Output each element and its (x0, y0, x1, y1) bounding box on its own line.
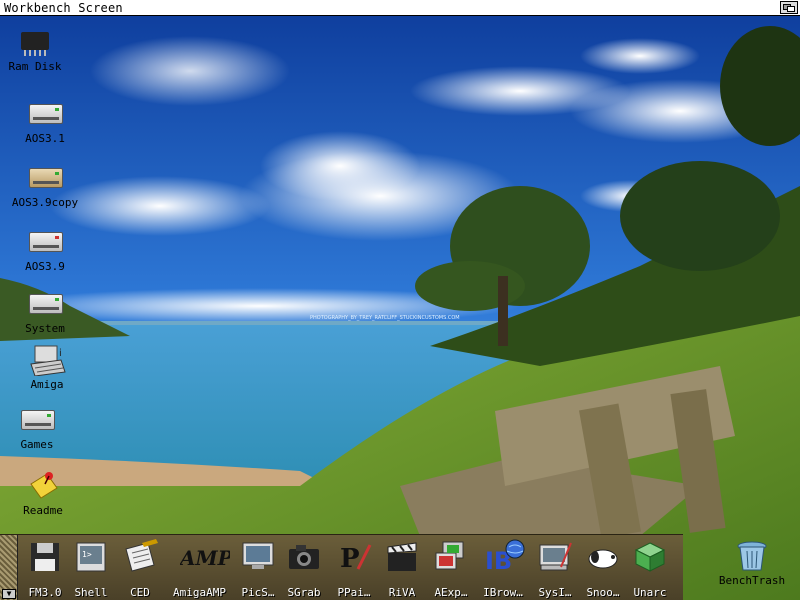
dock-item-label: Snoo… (586, 586, 620, 599)
desktop-icon-aos31[interactable]: AOS3.1 (0, 98, 90, 145)
dock-item-riva[interactable]: RiVA (377, 539, 427, 600)
dock-item-snoopdos[interactable]: Snoo… (578, 539, 628, 600)
desktop-backdrop: PHOTOGRAPHY_BY_TREY_RATCLIFF_STUCKINCUST… (0, 16, 800, 600)
dock-item-label: Shell (74, 586, 108, 599)
svg-text:1>: 1> (82, 550, 92, 559)
dock-item-label: IBrow… (483, 586, 523, 599)
paint-icon: P (336, 539, 372, 575)
hard-drive-icon (25, 162, 65, 194)
dock-item-pics[interactable]: PicS… (233, 539, 283, 600)
dock-menu-arrow-icon[interactable]: ▼ (2, 589, 16, 599)
screen-title-bar[interactable]: Workbench Screen (0, 0, 800, 16)
screen-depth-gadget-icon[interactable] (780, 1, 798, 14)
desktop-icon-aos39copy[interactable]: AOS3.9copy (0, 162, 90, 209)
dock-item-ppaint[interactable]: P PPai… (329, 539, 379, 600)
browser-icon: IB (485, 539, 525, 575)
snoopy-icon (585, 539, 621, 575)
clapper-icon (384, 539, 420, 575)
dock-item-shell[interactable]: 1> Shell (66, 539, 116, 600)
desktop-icon-benchtrash[interactable]: BenchTrash (712, 538, 792, 587)
desktop-icon-readme[interactable]: Readme (0, 470, 88, 517)
dock-item-ibrowse[interactable]: IB IBrow… (478, 539, 528, 600)
desktop-icon-label: AOS3.9 (25, 260, 65, 273)
hard-drive-icon (25, 226, 65, 258)
dock-item-label: PPai… (337, 586, 371, 599)
screen-title: Workbench Screen (4, 0, 123, 15)
amp-icon: AMP (178, 539, 234, 575)
dock-item-label: AExp… (434, 586, 468, 599)
trash-label: BenchTrash (718, 574, 786, 587)
dock-item-amigaamp[interactable]: AMP AmigaAMP (173, 539, 234, 600)
hard-drive-icon (25, 98, 65, 130)
dock-item-label: PicS… (241, 586, 275, 599)
desktop-icon-label: Readme (23, 504, 63, 517)
wallpaper-image: PHOTOGRAPHY_BY_TREY_RATCLIFF_STUCKINCUST… (0, 16, 800, 600)
dock-item-label: SGrab (287, 586, 321, 599)
dock-item-ced[interactable]: CED (115, 539, 165, 600)
dock-item-label: AmigaAMP (173, 586, 226, 599)
desktop-icon-label: Amiga (30, 378, 64, 391)
editor-icon (122, 539, 158, 575)
svg-text:AMP: AMP (180, 546, 230, 570)
desktop-icon-system[interactable]: System (0, 288, 90, 335)
dock-item-label: RiVA (388, 586, 416, 599)
floppy-icon (27, 539, 63, 575)
dock-item-sysinfo[interactable]: SysI… (530, 539, 580, 600)
dock-item-sgrab[interactable]: SGrab (279, 539, 329, 600)
desktop-icon-games[interactable]: Games (0, 404, 82, 451)
dock-item-fm30[interactable]: FM3.0 (20, 539, 70, 600)
desktop-icon-label: Games (20, 438, 54, 451)
dock-item-label: Unarc (633, 586, 667, 599)
desktop-icon-ram-disk[interactable]: Ram Disk (0, 26, 80, 73)
keyboard-drive-icon: i (27, 344, 67, 377)
wallpaper-watermark: PHOTOGRAPHY_BY_TREY_RATCLIFF_STUCKINCUST… (310, 315, 460, 321)
ram-chip-icon (15, 26, 55, 58)
desktop-icon-label: Ram Disk (8, 60, 62, 73)
explorer-icon (433, 539, 469, 575)
dock-item-label: CED (130, 586, 150, 599)
trash-icon (734, 538, 770, 574)
hard-drive-icon (17, 404, 57, 436)
desktop-icon-label: System (25, 322, 65, 335)
svg-text:i: i (59, 348, 62, 359)
shell-icon: 1> (73, 539, 109, 575)
dock-item-label: FM3.0 (28, 586, 62, 599)
hard-drive-icon (25, 288, 65, 320)
desktop-icon-label: AOS3.1 (25, 132, 65, 145)
sysinfo-icon (537, 539, 573, 575)
camera-icon (286, 539, 322, 575)
dock-drag-handle[interactable]: ▼ (0, 535, 18, 600)
svg-text:P: P (340, 544, 360, 574)
dock-item-label: SysI… (538, 586, 572, 599)
archive-cube-icon (632, 539, 668, 575)
desktop-icon-aos39[interactable]: AOS3.9 (0, 226, 90, 273)
desktop-icon-label: AOS3.9copy (11, 196, 79, 209)
dock-item-aexplorer[interactable]: AExp… (426, 539, 476, 600)
note-icon (23, 470, 63, 502)
app-dock: ▼ FM3.0 1> Shell CED AMP AmigaAMP PicS… (0, 534, 683, 600)
dock-item-unarc[interactable]: Unarc (625, 539, 675, 600)
monitor-icon (240, 539, 276, 575)
desktop-icon-amiga[interactable]: i Amiga (2, 344, 92, 391)
